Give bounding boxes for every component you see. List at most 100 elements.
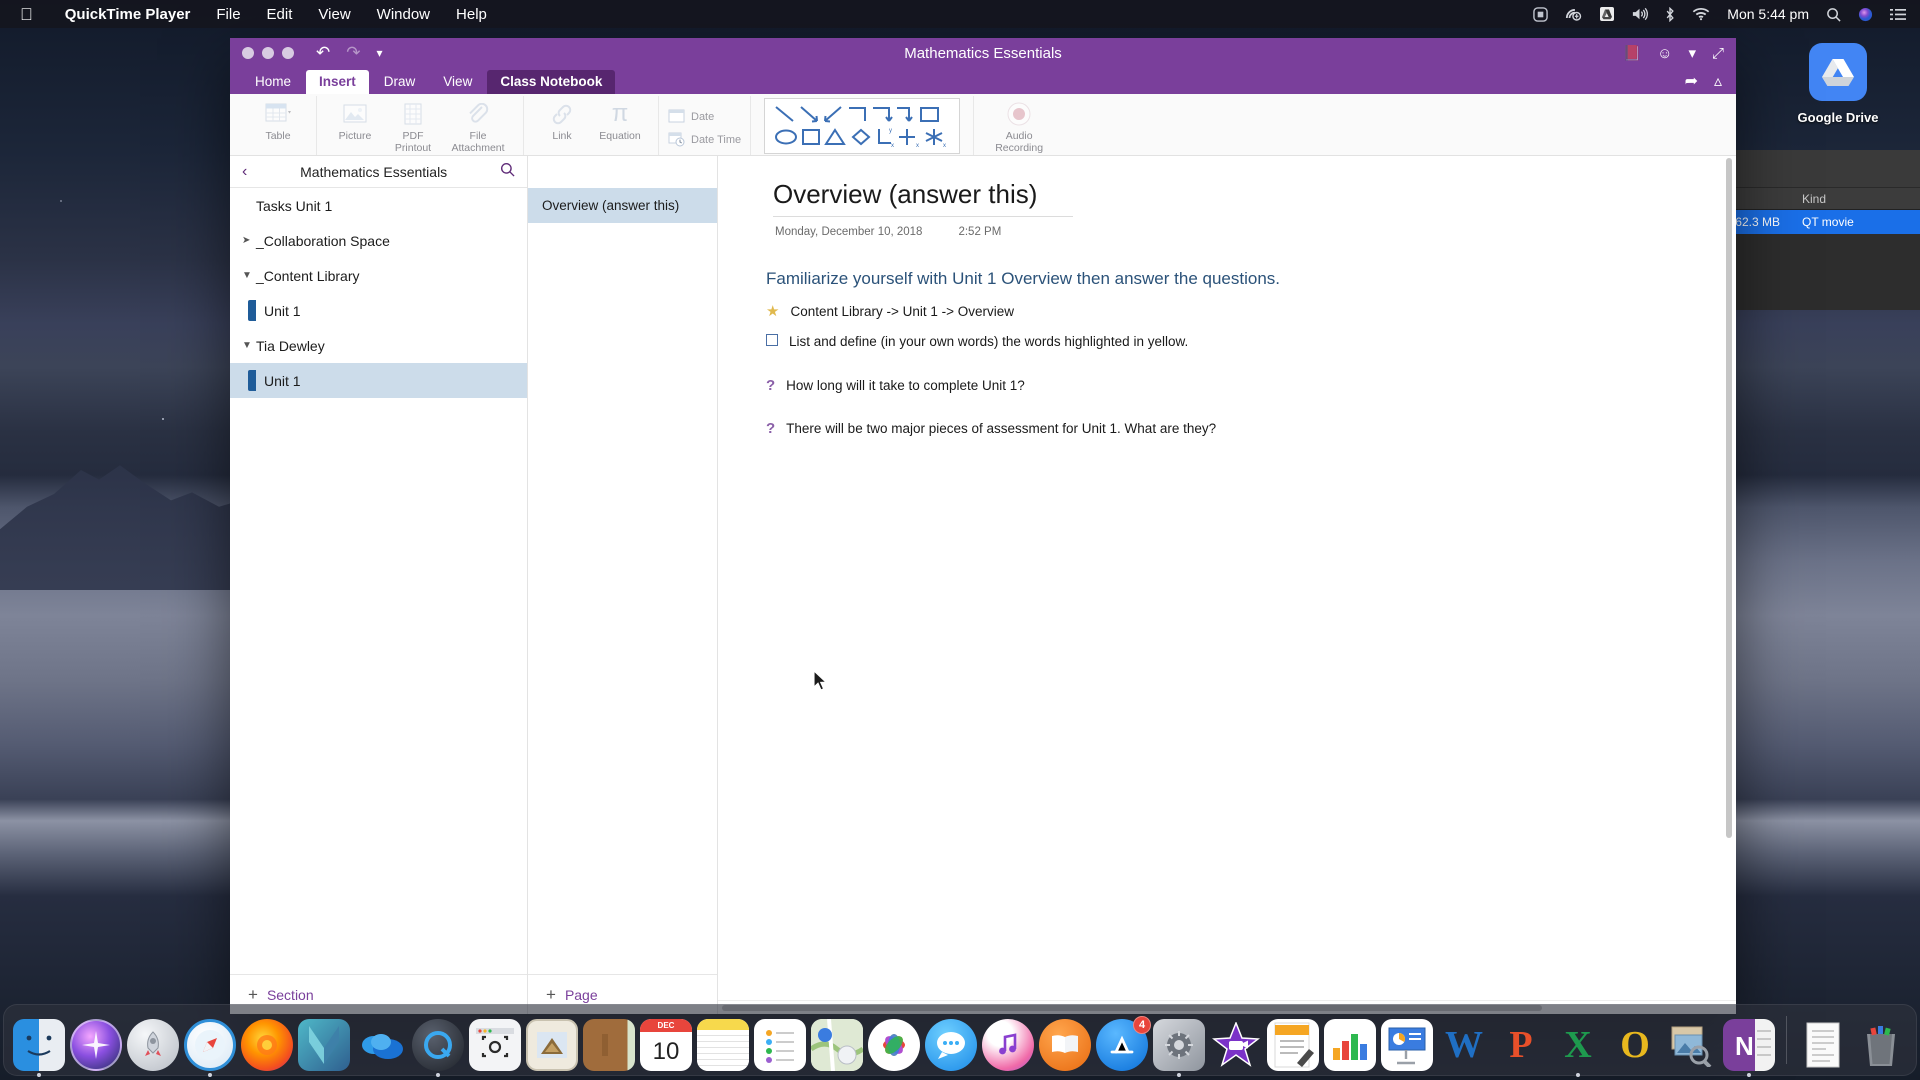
tab-draw[interactable]: Draw xyxy=(371,70,429,94)
section-list[interactable]: Tasks Unit 1 ➤ _Collaboration Space ▼ _C… xyxy=(230,188,527,974)
dock-item-notes[interactable] xyxy=(697,1019,749,1071)
dock-item-reminders[interactable] xyxy=(754,1019,806,1071)
dock-item-firefox[interactable] xyxy=(241,1019,293,1071)
dock-item-contacts[interactable] xyxy=(583,1019,635,1071)
apple-logo-icon[interactable]:  xyxy=(14,6,39,23)
file-attachment-button[interactable]: File Attachment xyxy=(442,96,514,154)
volume-icon[interactable] xyxy=(1631,7,1649,21)
dock-item-onedrive[interactable] xyxy=(355,1019,407,1071)
dock-item-screenshot[interactable] xyxy=(469,1019,521,1071)
close-window-button[interactable] xyxy=(242,47,254,59)
search-icon[interactable] xyxy=(500,162,515,181)
notebook-icon[interactable]: 📕 xyxy=(1622,44,1641,62)
audio-recording-button[interactable]: Audio Recording xyxy=(983,96,1055,154)
dock-item-launchpad[interactable] xyxy=(127,1019,179,1071)
shapes-row-lines[interactable] xyxy=(773,104,951,124)
dock-item-app-store[interactable]: 4 xyxy=(1096,1016,1151,1071)
tab-class-notebook[interactable]: Class Notebook xyxy=(487,70,616,94)
section-navigation-pane[interactable]: ‹ Mathematics Essentials Tasks Unit 1 ➤ … xyxy=(230,156,528,1014)
menu-app-name[interactable]: QuickTime Player xyxy=(65,6,191,23)
dock-item-trash[interactable] xyxy=(1855,1019,1907,1071)
notification-center-icon[interactable] xyxy=(1890,8,1906,21)
menu-item-help[interactable]: Help xyxy=(456,6,487,23)
collapse-ribbon-icon[interactable]: ▵ xyxy=(1714,71,1722,91)
menu-item-edit[interactable]: Edit xyxy=(267,6,293,23)
redo-icon[interactable]: ↷ xyxy=(346,43,360,63)
macos-dock[interactable]: DEC 10 4 W P X O N xyxy=(3,1004,1917,1077)
section-item-content-library-unit-1[interactable]: Unit 1 xyxy=(230,293,527,328)
chevron-down-icon[interactable]: ▼ xyxy=(242,340,256,351)
page-item-question-2[interactable]: ? There will be two major pieces of asse… xyxy=(766,421,1216,436)
checkbox-icon[interactable] xyxy=(766,334,778,346)
shapes-row-figures[interactable]: y x x x xyxy=(773,126,951,148)
dock-item-maps[interactable] xyxy=(811,1019,863,1071)
tab-home[interactable]: Home xyxy=(242,70,304,94)
dock-item-excel[interactable]: X xyxy=(1552,1019,1604,1077)
menu-item-window[interactable]: Window xyxy=(377,6,430,23)
dock-item-documents-stack[interactable] xyxy=(1798,1019,1850,1071)
dock-item-photos[interactable] xyxy=(868,1019,920,1071)
wifi-icon[interactable] xyxy=(1692,7,1710,21)
chevron-down-icon[interactable]: ▾ xyxy=(1688,44,1696,62)
dock-item-finder[interactable] xyxy=(13,1019,65,1077)
page-canvas[interactable]: Overview (answer this) Monday, December … xyxy=(718,156,1736,1000)
canvas-vertical-scrollbar[interactable] xyxy=(1725,158,1734,998)
dock-item-quicktime[interactable] xyxy=(412,1019,464,1077)
page-item-question-1[interactable]: ? How long will it take to complete Unit… xyxy=(766,378,1025,393)
section-group-tia-dewley[interactable]: ▼ Tia Dewley xyxy=(230,328,527,363)
section-group-collaboration-space[interactable]: ➤ _Collaboration Space xyxy=(230,223,527,258)
dock-item-calendar[interactable]: DEC 10 xyxy=(640,1019,692,1071)
maximize-window-button[interactable] xyxy=(282,47,294,59)
finder-column-kind[interactable]: Kind xyxy=(1792,192,1826,206)
pdf-printout-button[interactable]: PDF Printout xyxy=(384,96,442,154)
dock-item-siri[interactable] xyxy=(70,1019,122,1071)
dock-item-books[interactable] xyxy=(1039,1019,1091,1071)
dock-item-safari[interactable] xyxy=(184,1019,236,1077)
spotlight-search-icon[interactable] xyxy=(1826,7,1841,22)
table-button[interactable]: Table xyxy=(249,96,307,142)
undo-icon[interactable]: ↶ xyxy=(316,43,330,63)
fullscreen-icon[interactable]: ⤢ xyxy=(1712,45,1724,62)
quick-access-toolbar[interactable]: ↶ ↷ ▾ xyxy=(316,43,383,63)
tab-view[interactable]: View xyxy=(430,70,485,94)
ribbon-tab-bar[interactable]: Home Insert Draw View Class Notebook ➦ ▵ xyxy=(230,68,1736,94)
dock-item-onenote[interactable]: N xyxy=(1723,1019,1775,1077)
onenote-window[interactable]: ↶ ↷ ▾ Mathematics Essentials 📕 ☺ ▾ ⤢ Hom… xyxy=(230,38,1736,1014)
dock-item-imovie[interactable] xyxy=(1210,1019,1262,1071)
menu-item-view[interactable]: View xyxy=(318,6,350,23)
window-traffic-lights[interactable] xyxy=(242,47,294,59)
page-item-checkbox[interactable]: List and define (in your own words) the … xyxy=(766,334,1188,349)
screen-recording-icon[interactable] xyxy=(1533,6,1549,22)
section-group-content-library[interactable]: ▼ _Content Library xyxy=(230,258,527,293)
link-button[interactable]: Link xyxy=(533,96,591,142)
dock-item-word[interactable]: W xyxy=(1438,1019,1490,1071)
siri-icon[interactable] xyxy=(1858,7,1873,22)
page-title[interactable]: Overview (answer this) xyxy=(773,179,1073,217)
minimize-window-button[interactable] xyxy=(262,47,274,59)
dock-item-preview[interactable] xyxy=(1666,1019,1718,1071)
dock-item-numbers[interactable] xyxy=(1324,1019,1376,1071)
dock-item-powerpoint[interactable]: P xyxy=(1495,1019,1547,1071)
scrollbar-thumb[interactable] xyxy=(1726,158,1732,838)
shapes-gallery[interactable]: y x x x xyxy=(764,98,961,154)
section-item-tasks-unit-1[interactable]: Tasks Unit 1 xyxy=(230,188,527,223)
dock-item-outlook[interactable]: O xyxy=(1609,1019,1661,1071)
onenote-title-bar[interactable]: ↶ ↷ ▾ Mathematics Essentials 📕 ☺ ▾ ⤢ xyxy=(230,38,1736,68)
dock-item-mail[interactable] xyxy=(526,1019,578,1071)
bluetooth-icon[interactable] xyxy=(1665,6,1675,22)
date-time-button[interactable]: Date Time xyxy=(668,131,741,150)
desktop-icon-google-drive[interactable]: Google Drive xyxy=(1778,43,1898,125)
title-bar-actions[interactable]: 📕 ☺ ▾ ⤢ xyxy=(1622,44,1724,63)
page-item-overview[interactable]: Overview (answer this) xyxy=(528,188,717,223)
menu-item-file[interactable]: File xyxy=(216,6,240,23)
chevron-right-icon[interactable]: ➤ xyxy=(242,235,256,246)
page-item-star[interactable]: ★ Content Library -> Unit 1 -> Overview xyxy=(766,304,1014,319)
smiley-feedback-icon[interactable]: ☺ xyxy=(1657,45,1672,62)
tab-insert[interactable]: Insert xyxy=(306,70,369,94)
airplay-sync-icon[interactable] xyxy=(1565,7,1583,21)
customize-toolbar-icon[interactable]: ▾ xyxy=(377,46,383,60)
chevron-down-icon[interactable]: ▼ xyxy=(242,270,256,281)
picture-button[interactable]: Picture xyxy=(326,96,384,142)
equation-button[interactable]: π Equation xyxy=(591,96,649,142)
dock-item-pages[interactable] xyxy=(1267,1019,1319,1071)
